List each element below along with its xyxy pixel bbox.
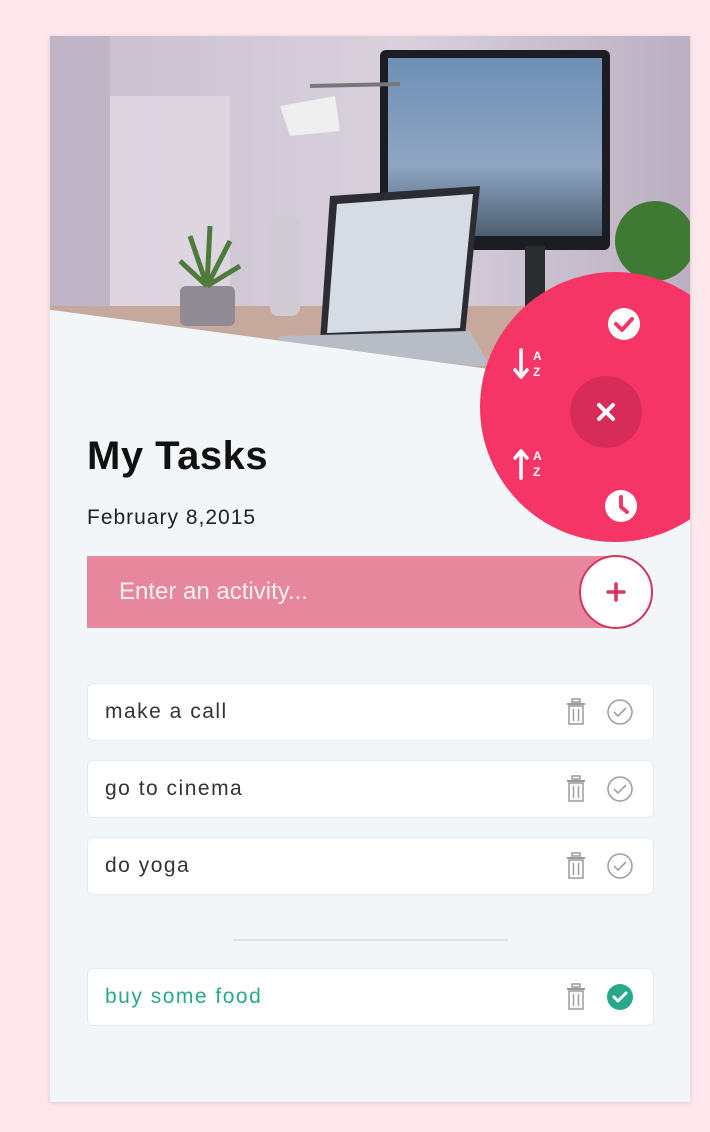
sort-descending-icon[interactable]: A Z — [510, 444, 550, 484]
trash-icon[interactable] — [564, 698, 588, 726]
task-item: do yoga — [87, 837, 654, 895]
activity-entry — [87, 556, 617, 628]
check-circle-icon[interactable] — [606, 698, 634, 726]
check-circle-filled-icon[interactable] — [606, 983, 634, 1011]
svg-text:A: A — [533, 349, 542, 363]
completed-task-item: buy some food — [87, 968, 654, 1026]
trash-icon[interactable] — [564, 983, 588, 1011]
todo-card: A Z A Z My Tasks February 8,2015 make a … — [50, 36, 690, 1102]
task-label: do yoga — [105, 854, 191, 877]
check-icon[interactable] — [604, 304, 644, 344]
activity-input[interactable] — [87, 556, 617, 628]
clock-icon[interactable] — [601, 486, 641, 526]
check-circle-icon[interactable] — [606, 775, 634, 803]
page-title: My Tasks — [87, 434, 269, 478]
task-item: make a call — [87, 683, 654, 741]
sort-ascending-icon[interactable]: A Z — [510, 344, 550, 384]
task-label: make a call — [105, 700, 228, 723]
svg-text:A: A — [533, 449, 542, 463]
task-label: go to cinema — [105, 777, 244, 800]
task-label: buy some food — [105, 985, 263, 1008]
svg-text:Z: Z — [533, 465, 540, 479]
close-menu-button[interactable] — [570, 376, 642, 448]
close-icon — [597, 403, 615, 421]
trash-icon[interactable] — [564, 775, 588, 803]
add-activity-button[interactable] — [579, 555, 653, 629]
date-label: February 8,2015 — [87, 506, 257, 529]
svg-text:Z: Z — [533, 365, 540, 379]
trash-icon[interactable] — [564, 852, 588, 880]
completed-divider — [233, 939, 508, 941]
plus-icon — [606, 582, 626, 602]
task-item: go to cinema — [87, 760, 654, 818]
check-circle-icon[interactable] — [606, 852, 634, 880]
